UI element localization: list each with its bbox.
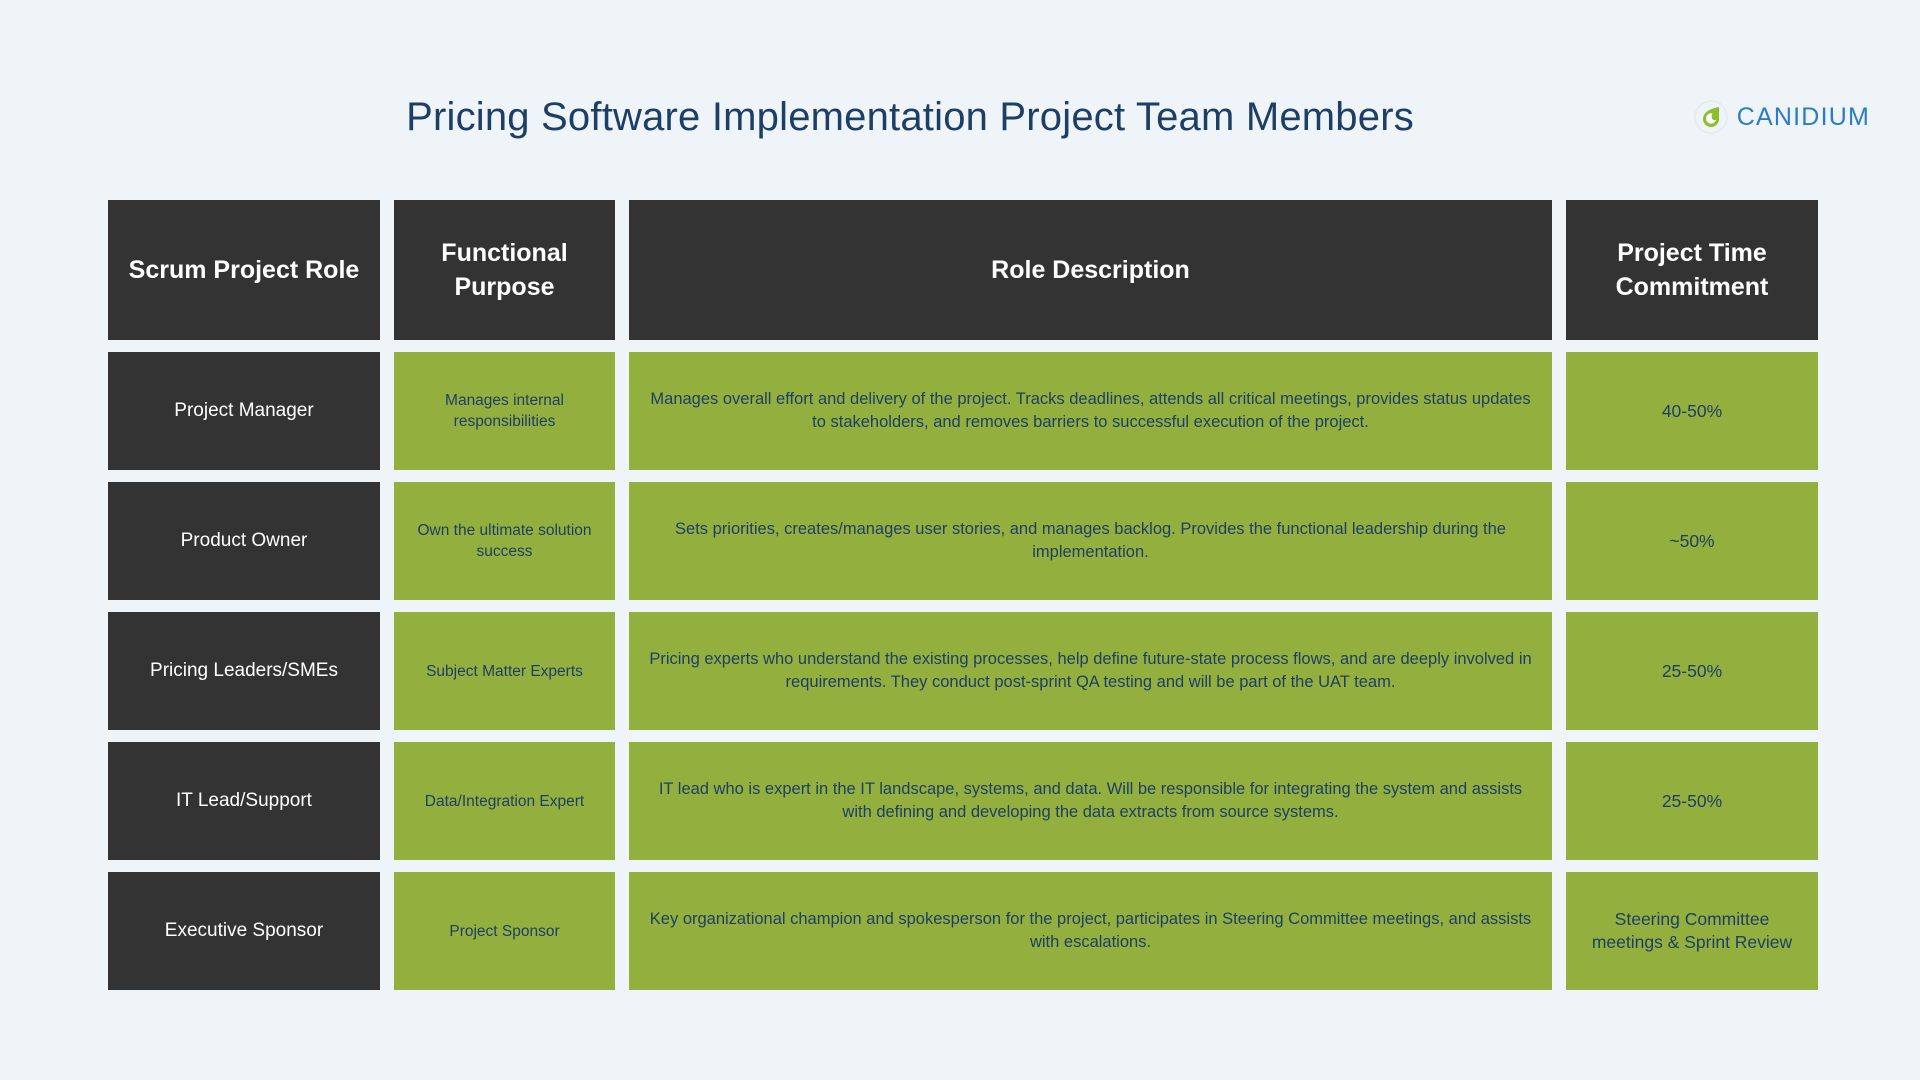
description-cell: Key organizational champion and spokespe… [629,872,1552,990]
time-commitment-cell: Steering Committee meetings & Sprint Rev… [1566,872,1818,990]
time-commitment-label: Steering Committee meetings & Sprint Rev… [1591,909,1793,952]
column-header-purpose-label: Functional Purpose [441,239,568,301]
description-cell: Pricing experts who understand the exist… [629,612,1552,730]
table-header-row: Scrum Project Role Functional Purpose Ro… [108,200,1818,340]
description-label: Key organizational champion and spokespe… [649,910,1532,951]
purpose-label: Own the ultimate solution success [417,522,592,560]
description-label: Sets priorities, creates/manages user st… [675,520,1506,561]
column-header-role: Scrum Project Role [108,200,380,340]
description-label: Pricing experts who understand the exist… [649,650,1532,691]
description-cell: Manages overall effort and delivery of t… [629,352,1552,470]
purpose-label: Subject Matter Experts [426,662,583,680]
description-label: Manages overall effort and delivery of t… [650,390,1531,431]
purpose-cell: Manages internal responsibilities [394,352,615,470]
role-cell: Project Manager [108,352,380,470]
canidium-logo: CANIDIUM [1693,94,1870,140]
role-cell: Product Owner [108,482,380,600]
time-commitment-label: 25-50% [1661,660,1723,681]
page-title: Pricing Software Implementation Project … [406,95,1414,139]
time-commitment-label: 25-50% [1661,790,1723,811]
description-label: IT lead who is expert in the IT landscap… [658,780,1523,821]
table-row: IT Lead/Support Data/Integration Expert … [108,742,1818,860]
description-cell: IT lead who is expert in the IT landscap… [629,742,1552,860]
role-cell: Pricing Leaders/SMEs [108,612,380,730]
column-header-role-label: Scrum Project Role [128,256,360,284]
canidium-droplet-icon [1693,100,1728,134]
column-header-time: Project Time Commitment [1566,200,1818,340]
column-header-description: Role Description [629,200,1552,340]
role-label: Executive Sponsor [164,920,324,941]
canidium-wordmark: CANIDIUM [1736,103,1870,131]
table-row: Executive Sponsor Project Sponsor Key or… [108,872,1818,990]
time-commitment-label: 40-50% [1661,400,1723,421]
purpose-cell: Subject Matter Experts [394,612,615,730]
role-cell: IT Lead/Support [108,742,380,860]
purpose-cell: Project Sponsor [394,872,615,990]
time-commitment-cell: ~50% [1566,482,1818,600]
role-label: Product Owner [180,530,308,551]
time-commitment-cell: 25-50% [1566,742,1818,860]
column-header-time-label: Project Time Commitment [1615,239,1769,301]
purpose-label: Project Sponsor [449,922,560,940]
purpose-cell: Own the ultimate solution success [394,482,615,600]
purpose-label: Data/Integration Expert [424,792,585,810]
role-label: Pricing Leaders/SMEs [150,660,338,681]
table-row: Pricing Leaders/SMEs Subject Matter Expe… [108,612,1818,730]
role-label: Project Manager [174,400,314,421]
description-cell: Sets priorities, creates/manages user st… [629,482,1552,600]
role-label: IT Lead/Support [176,790,312,811]
slide-canvas: Pricing Software Implementation Project … [0,0,1920,1080]
team-members-table: Scrum Project Role Functional Purpose Ro… [108,200,1818,990]
table-row: Product Owner Own the ultimate solution … [108,482,1818,600]
table-row: Project Manager Manages internal respons… [108,352,1818,470]
time-commitment-label: ~50% [1669,530,1715,551]
purpose-label: Manages internal responsibilities [445,392,564,430]
column-header-purpose: Functional Purpose [394,200,615,340]
time-commitment-cell: 25-50% [1566,612,1818,730]
column-header-description-label: Role Description [991,256,1190,284]
slide-header: Pricing Software Implementation Project … [0,88,1920,160]
role-cell: Executive Sponsor [108,872,380,990]
time-commitment-cell: 40-50% [1566,352,1818,470]
purpose-cell: Data/Integration Expert [394,742,615,860]
